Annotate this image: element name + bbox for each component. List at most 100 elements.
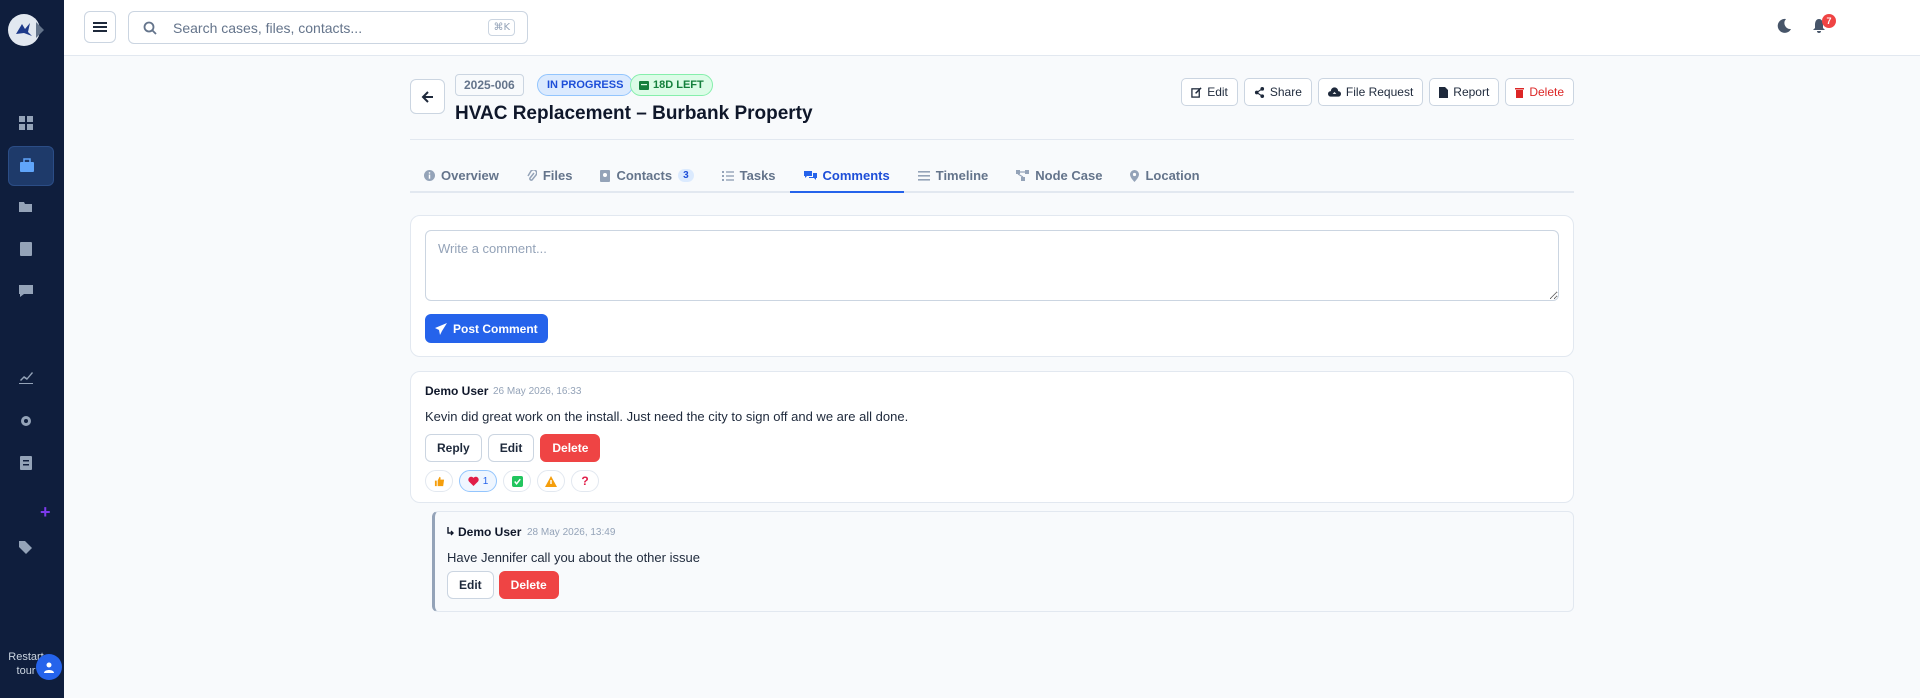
tab-location[interactable]: Location xyxy=(1116,160,1213,191)
dark-mode-icon[interactable] xyxy=(1776,18,1792,39)
question-icon: ? xyxy=(581,474,589,488)
report-button[interactable]: Report xyxy=(1429,78,1500,106)
share-button[interactable]: Share xyxy=(1243,78,1312,106)
file-request-label: File Request xyxy=(1345,85,1414,99)
page-title: HVAC Replacement – Burbank Property xyxy=(455,103,813,124)
timeline-icon xyxy=(917,170,930,181)
paperclip-icon xyxy=(527,169,537,181)
back-button[interactable] xyxy=(410,79,445,114)
delete-label: Delete xyxy=(1529,85,1564,99)
menu-toggle-button[interactable] xyxy=(84,11,116,43)
comment-text: Kevin did great work on the install. Jus… xyxy=(425,409,909,424)
diagram-icon xyxy=(1016,170,1030,181)
tab-comments[interactable]: Comments xyxy=(789,160,904,193)
reply-button[interactable]: Reply xyxy=(425,434,482,462)
search-shortcut: ⌘K xyxy=(488,19,515,36)
address-book-icon xyxy=(600,169,611,182)
tags-icon[interactable] xyxy=(17,538,35,556)
case-id: 2025-006 xyxy=(455,74,524,96)
tab-label: Contacts xyxy=(616,168,673,183)
comment-input[interactable] xyxy=(425,230,1559,301)
reaction-thumbs-up[interactable] xyxy=(425,470,453,492)
search-box[interactable]: ⌘K xyxy=(128,11,528,44)
case-actions: Edit Share File Request Report Delete xyxy=(1181,78,1574,106)
chart-line-icon[interactable] xyxy=(17,368,35,386)
address-book-icon[interactable] xyxy=(17,240,35,258)
reply-author: Demo User xyxy=(447,525,521,539)
status-badge: IN PROGRESS xyxy=(537,74,634,96)
hamburger-icon xyxy=(93,22,107,32)
check-icon xyxy=(511,475,523,487)
user-avatar[interactable] xyxy=(36,654,62,680)
reply-author-name: Demo User xyxy=(458,525,522,539)
reaction-bar: 1 ? xyxy=(425,470,599,492)
sidebar: + Restart tour xyxy=(0,0,64,698)
tab-files[interactable]: Files xyxy=(513,160,587,191)
topbar: ⌘K xyxy=(64,0,1920,56)
comment-author: Demo User xyxy=(425,384,489,398)
gear-icon[interactable] xyxy=(17,412,35,430)
reply-actions: Edit Delete xyxy=(447,571,559,599)
reaction-check[interactable] xyxy=(503,470,531,492)
tab-label: Location xyxy=(1145,168,1200,183)
edit-comment-button[interactable]: Edit xyxy=(487,434,535,462)
share-icon xyxy=(1254,86,1264,98)
contacts-count-badge: 3 xyxy=(678,169,694,182)
notification-badge: 7 xyxy=(1822,14,1836,28)
tab-label: Node Case xyxy=(1035,168,1103,183)
folder-open-icon[interactable] xyxy=(17,198,35,216)
warning-icon xyxy=(545,475,557,487)
delete-case-button[interactable]: Delete xyxy=(1505,78,1574,106)
tab-label: Tasks xyxy=(739,168,776,183)
calendar-icon xyxy=(639,81,649,90)
file-pdf-icon xyxy=(1439,86,1449,98)
search-input[interactable] xyxy=(173,19,473,37)
reply-text: Have Jennifer call you about the other i… xyxy=(447,550,700,565)
delete-comment-button[interactable]: Delete xyxy=(540,434,601,462)
app-logo[interactable] xyxy=(8,14,44,46)
heart-reaction-count: 1 xyxy=(482,475,489,487)
paper-plane-icon xyxy=(435,322,447,335)
map-pin-icon xyxy=(1130,169,1140,182)
days-left-label: 18D LEFT xyxy=(653,79,704,91)
reply-timestamp: 28 May 2026, 13:49 xyxy=(527,527,616,538)
reaction-heart[interactable]: 1 xyxy=(459,470,497,492)
share-label: Share xyxy=(1269,85,1302,99)
comments-icon xyxy=(803,171,817,180)
case-tabs: Overview Files Contacts 3 Tasks Comments… xyxy=(410,160,1574,193)
comment-timestamp: 26 May 2026, 16:33 xyxy=(493,386,582,397)
dashboard-icon[interactable] xyxy=(17,114,35,132)
days-left-badge: 18D LEFT xyxy=(630,74,713,96)
report-icon[interactable] xyxy=(17,454,35,472)
edit-label: Edit xyxy=(1207,85,1228,99)
trash-icon xyxy=(1515,87,1525,98)
tab-contacts[interactable]: Contacts 3 xyxy=(586,160,707,191)
file-request-button[interactable]: File Request xyxy=(1317,78,1424,106)
briefcase-icon xyxy=(18,157,36,175)
comment-card: Demo User 26 May 2026, 16:33 Kevin did g… xyxy=(410,371,1574,503)
heart-icon xyxy=(468,476,479,486)
sidebar-item-cases[interactable] xyxy=(8,146,54,186)
comment-actions: Reply Edit Delete xyxy=(425,434,601,462)
reaction-question[interactable]: ? xyxy=(571,470,599,492)
cloud-upload-icon xyxy=(1327,86,1341,97)
thumbs-up-icon xyxy=(434,476,444,486)
delete-reply-button[interactable]: Delete xyxy=(498,571,559,599)
comment-composer: Post Comment xyxy=(410,215,1574,357)
tab-overview[interactable]: Overview xyxy=(410,160,513,191)
tab-tasks[interactable]: Tasks xyxy=(708,160,790,191)
tab-timeline[interactable]: Timeline xyxy=(904,160,1003,191)
post-comment-button[interactable]: Post Comment xyxy=(425,314,548,343)
add-icon[interactable]: + xyxy=(40,502,51,523)
edit-button[interactable]: Edit xyxy=(1181,78,1238,106)
info-icon xyxy=(424,170,435,181)
reply-arrow-icon xyxy=(447,527,454,536)
search-icon xyxy=(143,21,157,35)
tab-label: Overview xyxy=(441,168,499,183)
report-label: Report xyxy=(1453,85,1490,99)
chat-icon[interactable] xyxy=(17,282,35,300)
reaction-warning[interactable] xyxy=(537,470,565,492)
arrow-left-icon xyxy=(421,90,433,103)
tab-node-case[interactable]: Node Case xyxy=(1002,160,1116,191)
edit-reply-button[interactable]: Edit xyxy=(447,571,494,599)
